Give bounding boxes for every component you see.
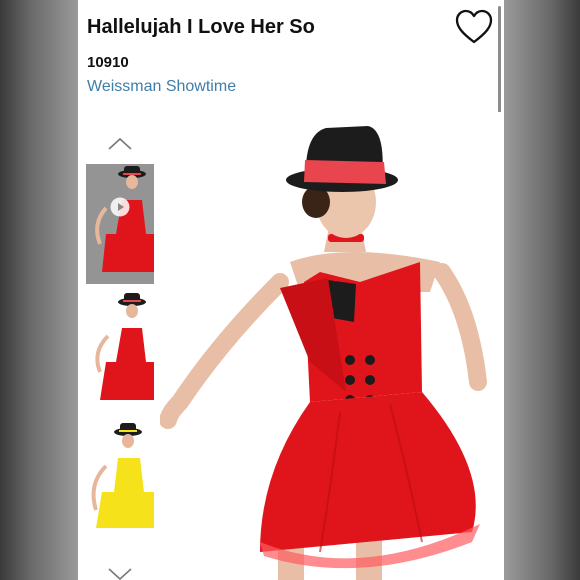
product-sku: 10910: [87, 54, 129, 71]
heart-outline-icon[interactable]: [454, 8, 494, 46]
play-icon[interactable]: [110, 197, 130, 217]
product-title: Hallelujah I Love Her So: [87, 16, 315, 38]
right-background: [504, 0, 580, 580]
thumbnail-red-video[interactable]: [86, 164, 154, 284]
chevron-up-icon[interactable]: [106, 136, 134, 152]
left-background: [0, 0, 78, 580]
thumbnail-red[interactable]: [86, 290, 154, 410]
chevron-down-icon[interactable]: [106, 566, 134, 580]
main-product-image[interactable]: [160, 112, 504, 580]
brand-link[interactable]: Weissman Showtime: [87, 78, 236, 96]
thumbnail-image: [86, 290, 154, 410]
thumbnail-image: [86, 420, 154, 540]
thumbnail-image: [86, 164, 154, 284]
main-product-illustration: [160, 112, 504, 580]
product-panel: Hallelujah I Love Her So 10910 Weissman …: [78, 0, 504, 580]
thumbnail-yellow[interactable]: [86, 420, 154, 540]
